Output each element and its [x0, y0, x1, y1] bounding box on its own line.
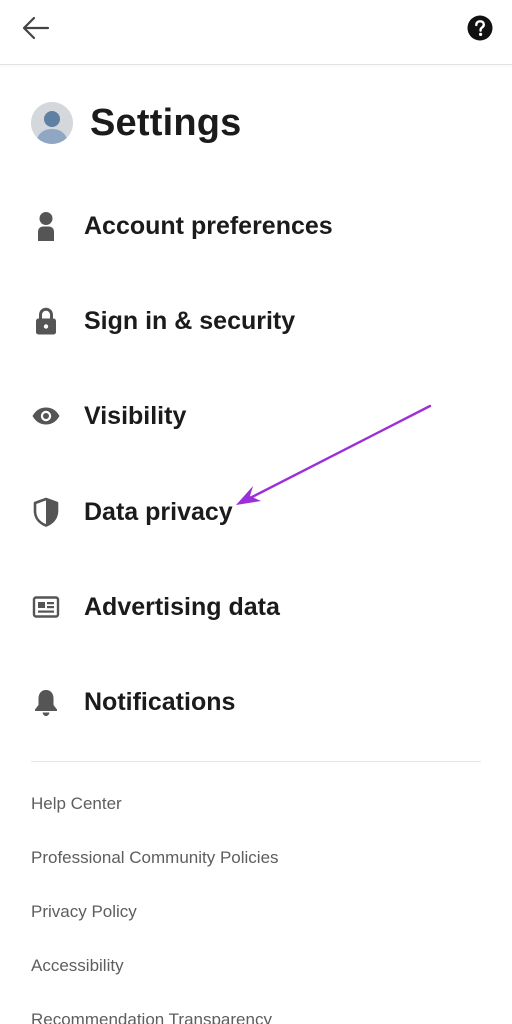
menu-item-sign-in-security[interactable]: Sign in & security: [0, 291, 512, 351]
arrow-left-icon: [22, 16, 50, 40]
back-button[interactable]: [18, 10, 54, 46]
footer-link-recommendation-transparency[interactable]: Recommendation Transparency: [31, 1010, 272, 1024]
shield-icon: [31, 497, 61, 527]
footer-link-community-policies[interactable]: Professional Community Policies: [31, 848, 279, 868]
avatar[interactable]: [31, 102, 73, 144]
page-title: Settings: [90, 101, 242, 144]
settings-header: Settings: [31, 98, 242, 148]
menu-item-advertising-data[interactable]: Advertising data: [0, 577, 512, 637]
menu-item-label: Account preferences: [84, 211, 333, 240]
avatar-placeholder-icon: [31, 102, 73, 144]
newspaper-icon: [31, 592, 61, 622]
menu-item-label: Sign in & security: [84, 306, 296, 335]
menu-item-notifications[interactable]: Notifications: [0, 672, 512, 732]
bell-icon: [31, 687, 61, 717]
menu-item-label: Data privacy: [84, 497, 233, 526]
top-app-bar: [0, 0, 512, 65]
menu-item-label: Advertising data: [84, 592, 280, 621]
question-circle-icon: [467, 15, 493, 41]
menu-item-data-privacy[interactable]: Data privacy: [0, 482, 512, 542]
menu-item-label: Notifications: [84, 687, 236, 716]
section-divider: [31, 761, 481, 762]
eye-icon: [31, 401, 61, 431]
footer-link-accessibility[interactable]: Accessibility: [31, 956, 124, 976]
person-icon: [31, 211, 61, 241]
menu-item-label: Visibility: [84, 401, 187, 430]
help-button[interactable]: [466, 14, 494, 42]
menu-item-account-preferences[interactable]: Account preferences: [0, 196, 512, 256]
footer-link-help-center[interactable]: Help Center: [31, 794, 122, 814]
lock-icon: [31, 306, 61, 336]
menu-item-visibility[interactable]: Visibility: [0, 386, 512, 446]
settings-screen: Settings Account preferences Sign in & s…: [0, 0, 512, 1024]
footer-link-privacy-policy[interactable]: Privacy Policy: [31, 902, 137, 922]
